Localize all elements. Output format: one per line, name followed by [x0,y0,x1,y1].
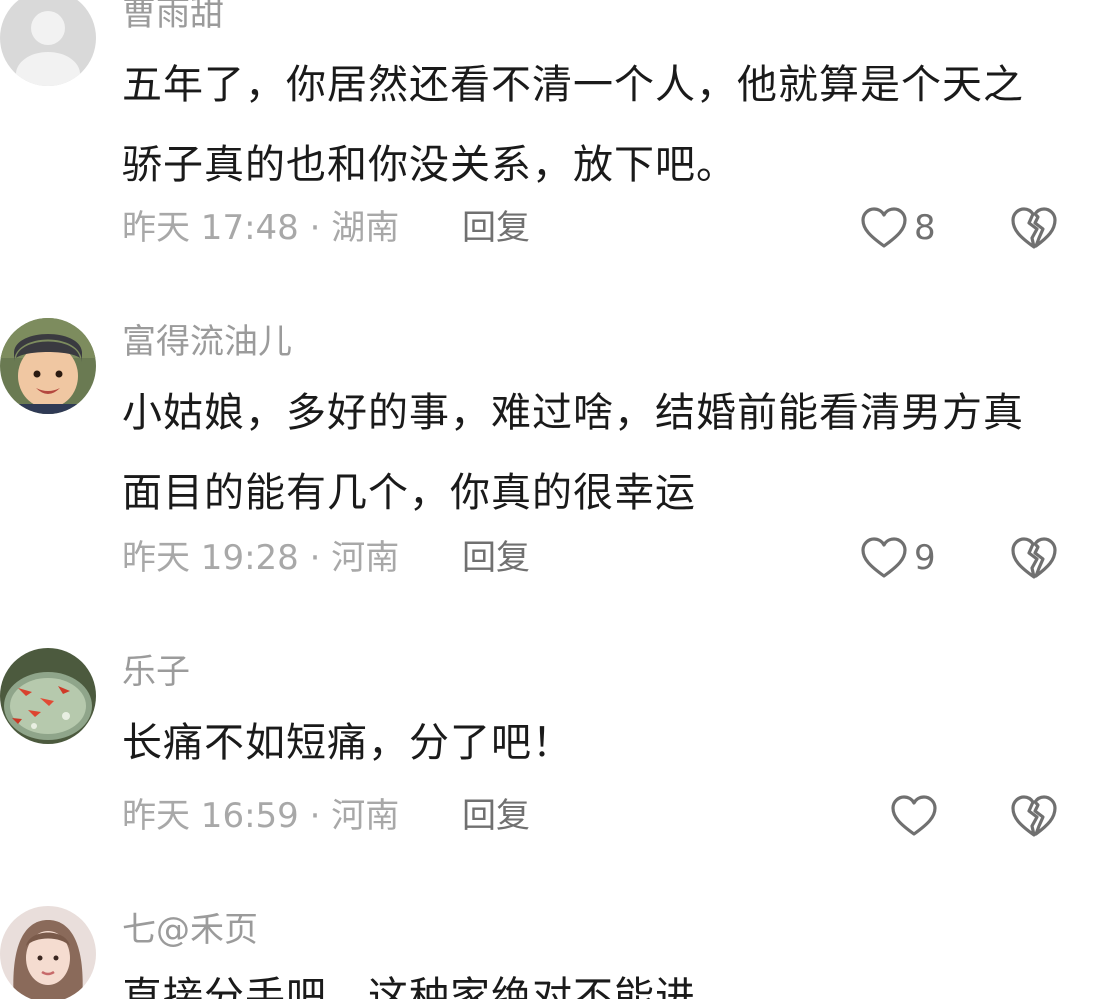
dislike-button[interactable] [1010,205,1058,251]
child-photo-avatar [0,318,96,414]
heart-outline-icon [861,537,907,578]
comment-list: 曹雨甜 五年了，你居然还看不清一个人，他就算是个天之骄子真的也和你没关系，放下吧… [0,0,1108,999]
like-button[interactable] [890,791,944,841]
comment-text: 长痛不如短痛，分了吧！ [122,720,573,766]
user-avatar[interactable] [0,906,96,999]
comment-username[interactable]: 乐子 [122,655,190,689]
reply-button[interactable]: 回复 [462,211,530,245]
user-avatar[interactable] [0,0,96,86]
comment-username[interactable]: 富得流油儿 [122,325,292,359]
comment-text: 小姑娘，多好的事，难过啥，结婚前能看清男方真面目的能有几个，你真的很幸运 [122,390,1024,516]
broken-heart-icon [1011,207,1057,249]
like-count: 8 [914,208,936,248]
like-count: 9 [914,538,936,578]
reply-button[interactable]: 回复 [462,799,530,833]
like-button[interactable]: 9 [860,533,936,583]
goldfish-photo-avatar [0,648,96,744]
comment-text: 直接分手吧，这种家绝对不能进 [122,974,696,999]
broken-heart-icon [1011,795,1057,837]
user-avatar[interactable] [0,648,96,744]
user-avatar[interactable] [0,318,96,414]
comment-username[interactable]: 七@禾页 [122,913,258,947]
default-avatar-icon [0,0,96,86]
woman-photo-avatar [0,906,96,999]
comment-meta: 昨天 16:59 · 河南 [122,796,400,836]
dislike-button[interactable] [1010,535,1058,581]
reply-button[interactable]: 回复 [462,541,530,575]
heart-outline-icon [891,795,937,836]
dislike-button[interactable] [1010,793,1058,839]
broken-heart-icon [1011,537,1057,579]
comment-meta: 昨天 17:48 · 湖南 [122,208,400,248]
heart-outline-icon [861,207,907,248]
like-button[interactable]: 8 [860,203,936,253]
comment-text: 五年了，你居然还看不清一个人，他就算是个天之骄子真的也和你没关系，放下吧。 [122,62,1024,188]
comment-meta: 昨天 19:28 · 河南 [122,538,400,578]
comment-username[interactable]: 曹雨甜 [122,0,224,31]
